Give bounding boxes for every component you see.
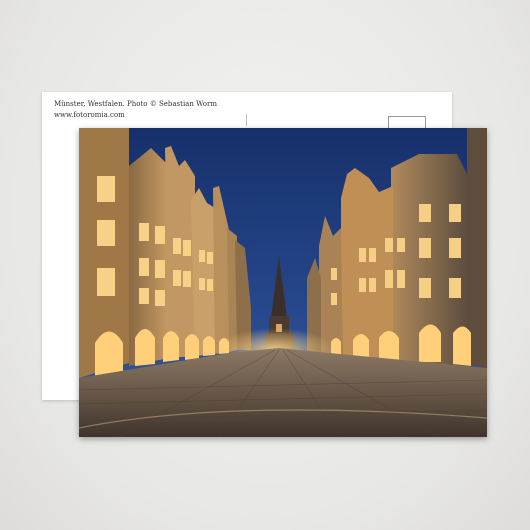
postcard-front-photo bbox=[79, 128, 487, 437]
photo-caption: Münster, Westfalen. Photo © Sebastian Wo… bbox=[54, 99, 217, 121]
caption-location-credit: Münster, Westfalen. Photo © Sebastian Wo… bbox=[54, 100, 218, 108]
street-photo bbox=[79, 128, 487, 437]
address-divider bbox=[246, 114, 247, 126]
caption-website: www.fotoromia.com bbox=[54, 111, 125, 119]
